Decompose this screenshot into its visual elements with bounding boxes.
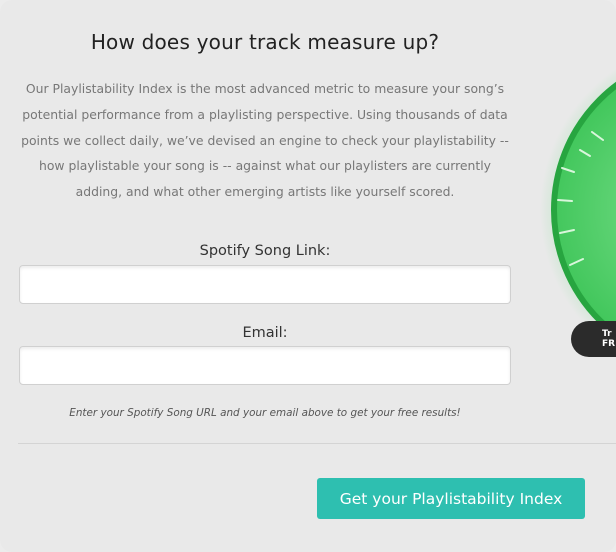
page-title: How does your track measure up? <box>90 30 440 54</box>
badge-line-1: Tr <box>602 329 612 339</box>
get-index-button[interactable]: Get your Playlistability Index <box>317 478 585 519</box>
description-text: Our Playlistability Index is the most ad… <box>21 81 509 200</box>
song-link-label: Spotify Song Link: <box>199 243 331 259</box>
instruction-note: Enter your Spotify Song URL and your ema… <box>69 407 461 419</box>
song-link-input[interactable] <box>19 265 511 304</box>
playlistability-card: How does your track measure up? Our Play… <box>0 0 616 552</box>
email-input[interactable] <box>19 346 511 385</box>
divider <box>18 443 616 444</box>
email-label: Email: <box>242 325 288 341</box>
badge-line-2: FR <box>602 339 616 349</box>
promo-badge[interactable]: Tr FR <box>571 321 616 357</box>
